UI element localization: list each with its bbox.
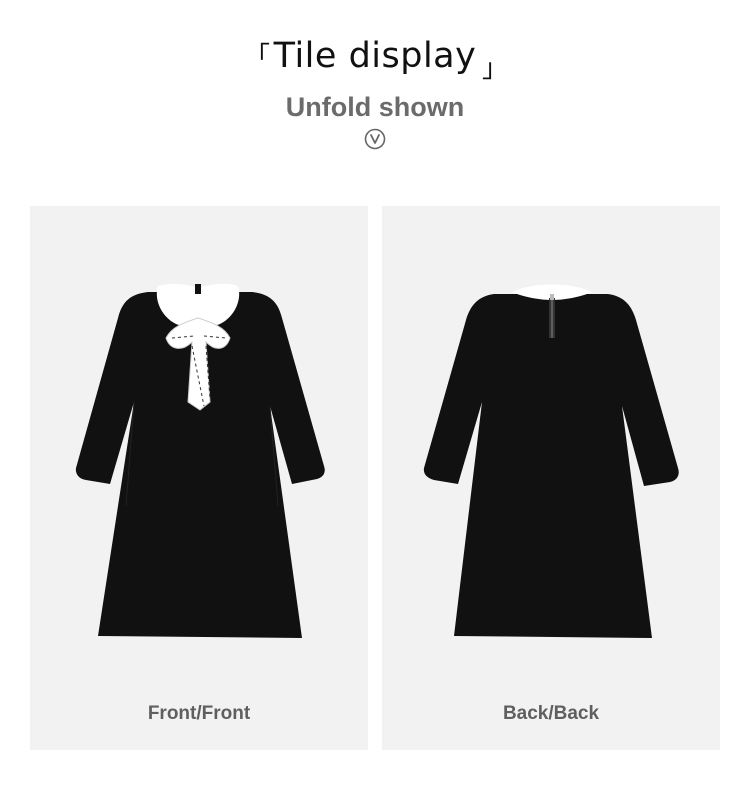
- title-bracket-close: 」: [482, 54, 509, 84]
- front-label: Front/Front: [147, 703, 251, 724]
- front-panel: Front/Front: [30, 206, 368, 750]
- title-row: 「 Tile display 」: [0, 30, 750, 86]
- back-panel: Back/Back: [382, 206, 720, 750]
- circled-v-icon: [364, 128, 386, 150]
- dress-back-image: [423, 284, 679, 638]
- back-label: Back/Back: [502, 703, 600, 724]
- dress-front-image: [75, 283, 325, 638]
- page-subtitle: Unfold shown: [285, 92, 465, 122]
- page-title: Tile display: [273, 36, 477, 76]
